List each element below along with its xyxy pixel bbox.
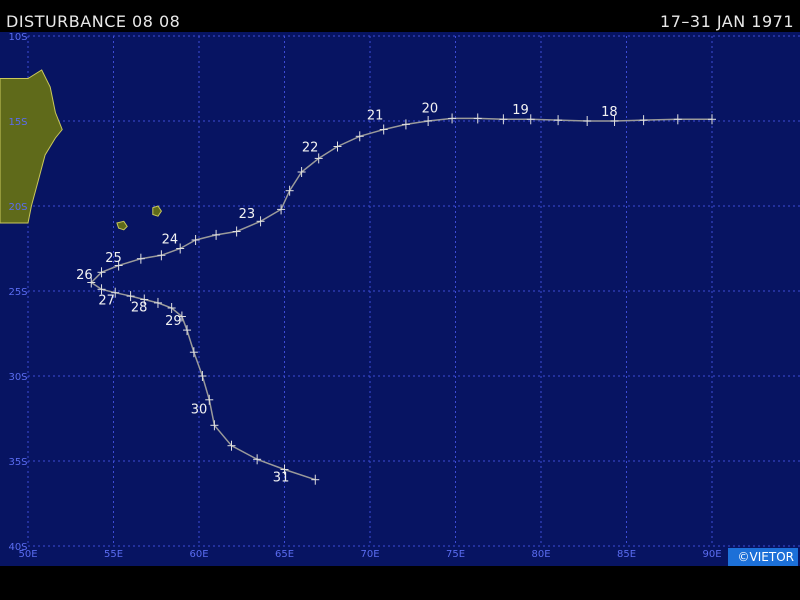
day-label: 18: [601, 105, 618, 120]
latitude-label: 30S: [8, 372, 27, 383]
day-label: 23: [239, 207, 256, 222]
date-range: 17–31 JAN 1971: [660, 12, 794, 31]
day-label: 24: [162, 232, 179, 247]
credit-label: ©VIETOR: [727, 548, 798, 566]
ocean-background: [0, 32, 800, 566]
storm-title: DISTURBANCE 08 08: [6, 12, 181, 31]
day-label: 26: [76, 268, 93, 283]
day-label: 19: [512, 103, 529, 118]
longitude-label: 55E: [104, 549, 123, 560]
latitude-label: 25S: [8, 287, 27, 298]
longitude-label: 70E: [360, 549, 379, 560]
longitude-label: 85E: [617, 549, 636, 560]
footer-bar: [0, 566, 800, 600]
longitude-label: 75E: [446, 549, 465, 560]
day-label: 30: [191, 402, 208, 417]
latitude-label: 40S: [8, 542, 27, 553]
day-label: 31: [273, 470, 290, 485]
day-label: 27: [98, 294, 115, 309]
day-label: 20: [422, 102, 439, 117]
longitude-label: 65E: [275, 549, 294, 560]
longitude-label: 80E: [531, 549, 550, 560]
day-label: 22: [302, 141, 319, 156]
day-label: 25: [105, 251, 122, 266]
day-label: 29: [165, 314, 182, 329]
latitude-label: 15S: [8, 117, 27, 128]
day-label: 21: [367, 108, 384, 123]
header-bar: DISTURBANCE 08 08 17–31 JAN 1971: [0, 0, 800, 32]
latitude-label: 20S: [8, 202, 27, 213]
track-map: 18192021222324252627 28293031 50E 55E 60E 65…: [0, 32, 800, 566]
longitude-label: 90E: [702, 549, 721, 560]
day-label: 28: [131, 300, 148, 315]
latitude-label: 35S: [8, 457, 27, 468]
longitude-label: 60E: [189, 549, 208, 560]
latitude-label: 10S: [8, 32, 27, 43]
